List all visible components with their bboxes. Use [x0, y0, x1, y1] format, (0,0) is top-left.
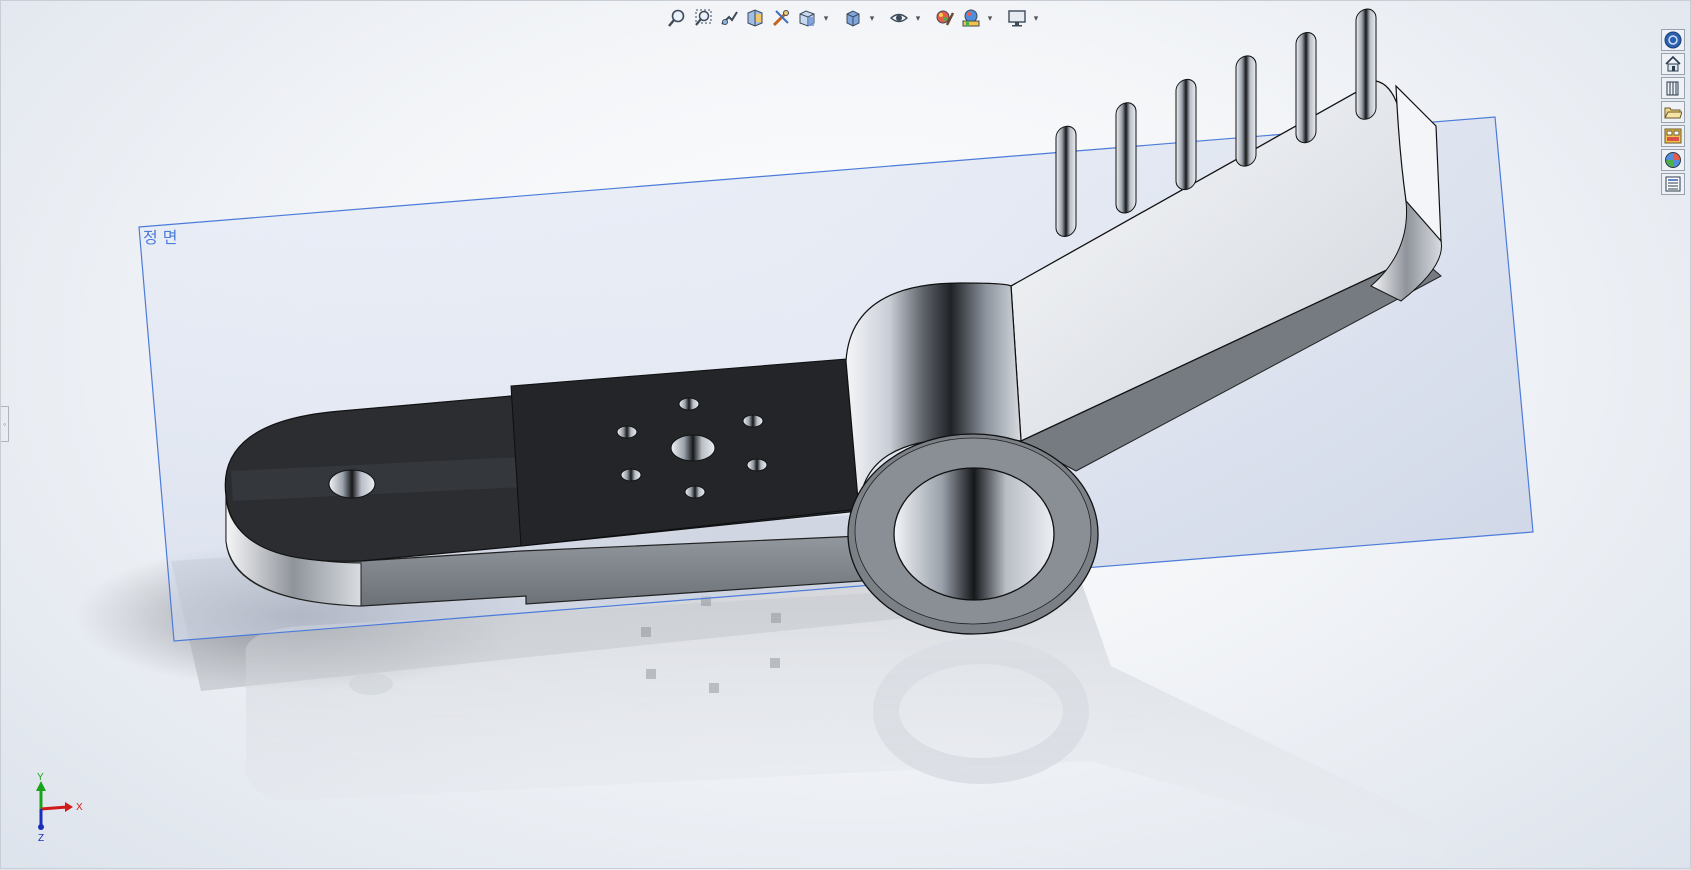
zoom-to-fit-icon[interactable]: [665, 6, 689, 30]
plane-name-label: 정 면: [143, 228, 178, 247]
hide-show-items-icon[interactable]: [887, 6, 911, 30]
graphics-area[interactable]: 정 면 Y X Z ▾ ▾ ▾ ▾ ▾ ◦: [0, 0, 1691, 869]
view-palette-icon[interactable]: [1661, 125, 1685, 147]
feature-manager-expand-handle[interactable]: ◦: [1, 406, 9, 442]
edit-appearance-icon[interactable]: [933, 6, 957, 30]
home-icon[interactable]: [1661, 53, 1685, 75]
view-triad: Y X Z: [36, 772, 83, 844]
display-style-dropdown[interactable]: ▾: [867, 6, 877, 30]
zoom-to-area-icon[interactable]: [691, 6, 715, 30]
solidworks-resources-icon[interactable]: [1661, 29, 1685, 51]
floor-reflection: [245, 581, 1451, 861]
display-style-icon[interactable]: [841, 6, 865, 30]
previous-view-icon[interactable]: [717, 6, 741, 30]
heads-up-view-toolbar: ▾ ▾ ▾ ▾ ▾: [665, 5, 1041, 31]
triad-x-label: X: [76, 802, 83, 813]
triad-y-label: Y: [37, 772, 44, 783]
apply-scene-dropdown[interactable]: ▾: [985, 6, 995, 30]
custom-properties-icon[interactable]: [1661, 173, 1685, 195]
view-settings-icon[interactable]: [1005, 6, 1029, 30]
section-view-icon[interactable]: [743, 6, 767, 30]
appearances-scenes-icon[interactable]: [1661, 149, 1685, 171]
hide-show-items-dropdown[interactable]: ▾: [913, 6, 923, 30]
view-orientation-dropdown[interactable]: ▾: [821, 6, 831, 30]
apply-scene-icon[interactable]: [959, 6, 983, 30]
model-scene[interactable]: 정 면 Y X Z: [1, 1, 1691, 870]
design-library-icon[interactable]: [1661, 77, 1685, 99]
view-settings-dropdown[interactable]: ▾: [1031, 6, 1041, 30]
dynamic-annotation-icon[interactable]: [769, 6, 793, 30]
view-orientation-icon[interactable]: [795, 6, 819, 30]
task-pane-tabs: [1661, 29, 1687, 195]
triad-z-label: Z: [38, 833, 44, 844]
file-explorer-icon[interactable]: [1661, 101, 1685, 123]
